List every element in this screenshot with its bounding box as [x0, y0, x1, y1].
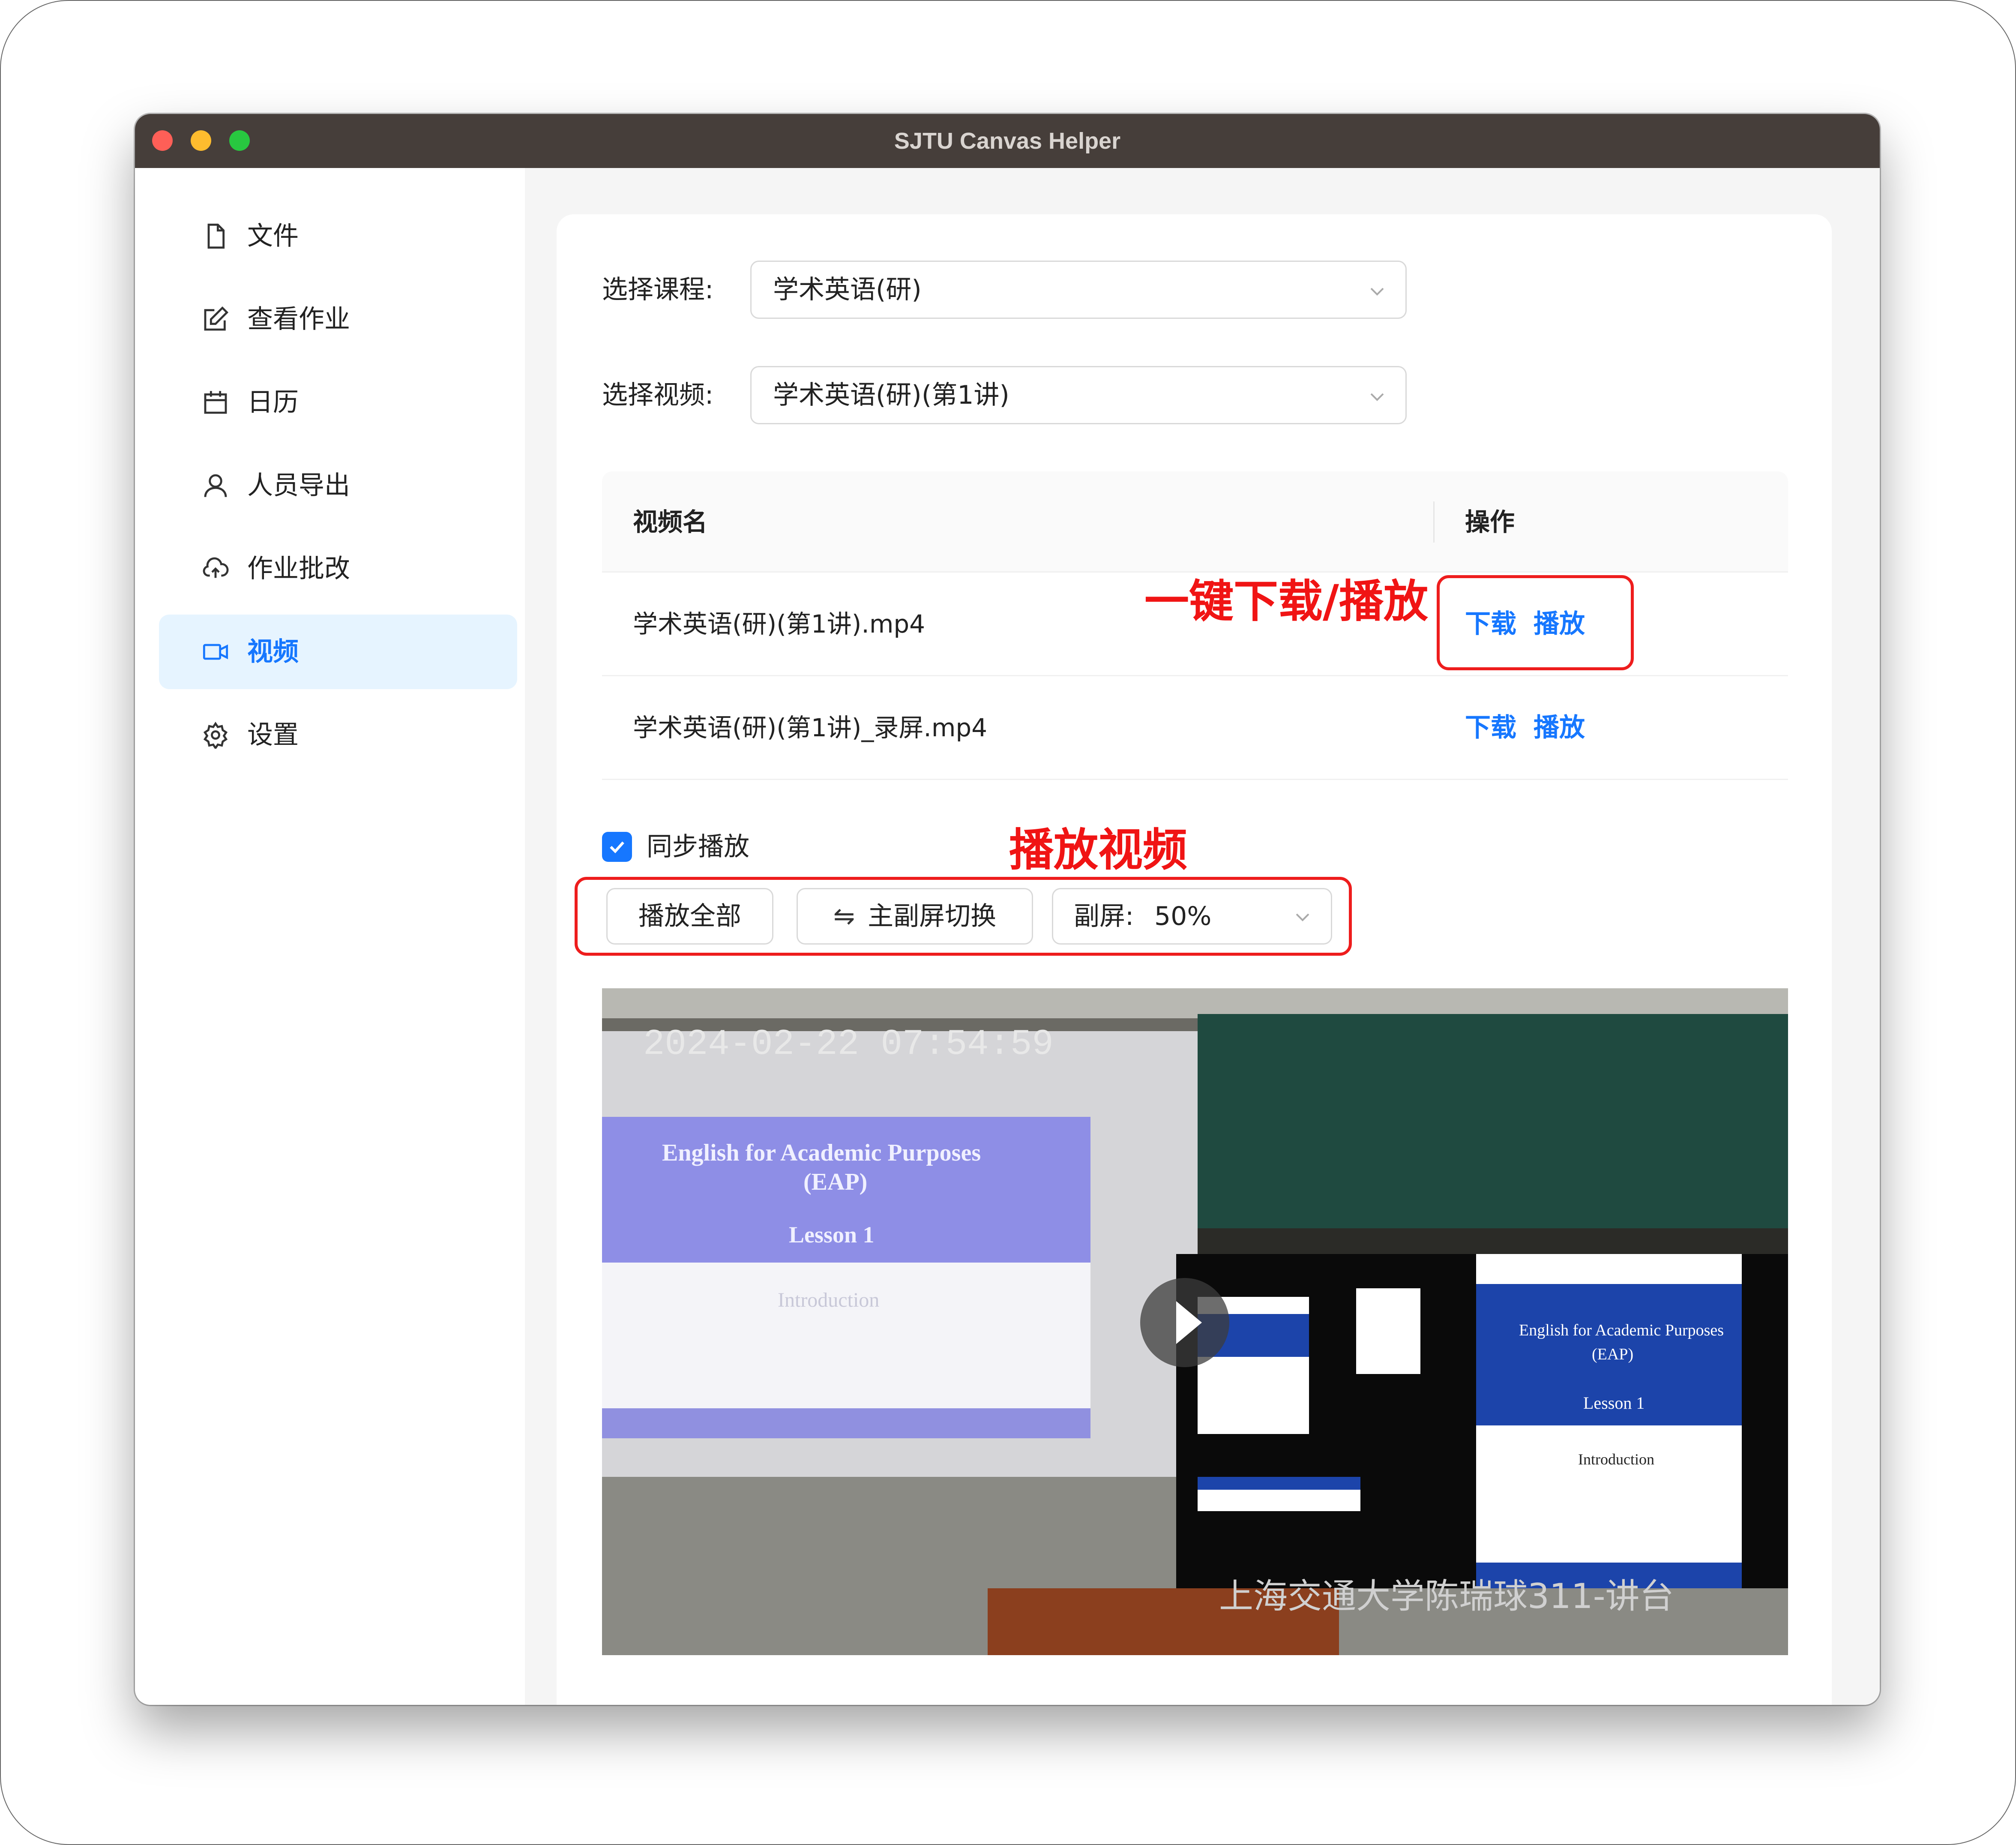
- chevron-down-icon: [1370, 288, 1384, 296]
- slide-title: English for Academic Purposes: [662, 1140, 981, 1166]
- course-select-value: 学术英语(研): [773, 275, 922, 305]
- video-player[interactable]: 2024-02-22 07:54:59 English for Academic…: [602, 988, 1788, 1655]
- annotation-play-video: 播放视频: [1009, 824, 1188, 876]
- sidebar-item-label: 日历: [247, 387, 299, 417]
- table-header: 视频名 操作: [602, 471, 1788, 573]
- video-icon: [203, 644, 228, 660]
- annotation-one-click: 一键下载/播放: [1144, 575, 1428, 627]
- column-header-actions: 操作: [1465, 507, 1515, 537]
- download-link[interactable]: 下载: [1465, 676, 1516, 779]
- annotation-box-actions: [1437, 575, 1634, 670]
- video-name-cell: 学术英语(研)(第1讲)_录屏.mp4: [633, 713, 988, 742]
- sidebar-item-video[interactable]: 视频: [159, 615, 517, 689]
- slide-intro: Introduction: [778, 1289, 880, 1311]
- sidebar-item-label: 设置: [247, 720, 299, 750]
- screenshot-frame: SJTU Canvas Helper 文件 查看作业 日历 人员导出 作业批改 …: [0, 0, 2016, 1845]
- pip-slide-intro: Introduction: [1578, 1451, 1654, 1468]
- video-timestamp: 2024-02-22 07:54:59: [643, 1024, 1054, 1065]
- course-select[interactable]: 学术英语(研): [750, 261, 1407, 319]
- video-select-value: 学术英语(研)(第1讲): [773, 380, 1009, 410]
- video-panel: 选择课程: 学术英语(研) 选择视频: 学术英语(研)(第1讲) 视频名 操作 …: [557, 214, 1832, 1705]
- sync-play-checkbox[interactable]: [602, 832, 632, 862]
- calendar-icon: [204, 391, 227, 414]
- main-content: 选择课程: 学术英语(研) 选择视频: 学术英语(研)(第1讲) 视频名 操作 …: [525, 168, 1880, 1705]
- pip-slide-subtitle: (EAP): [1592, 1345, 1634, 1363]
- file-icon: [207, 223, 225, 249]
- annotation-box-controls: [575, 877, 1352, 956]
- pip-slide-lesson: Lesson 1: [1583, 1393, 1645, 1413]
- app-window: SJTU Canvas Helper 文件 查看作业 日历 人员导出 作业批改 …: [135, 114, 1880, 1705]
- sidebar: 文件 查看作业 日历 人员导出 作业批改 视频 设置: [135, 168, 525, 1705]
- column-divider: [1433, 501, 1435, 543]
- sidebar-item-settings[interactable]: 设置: [159, 698, 517, 772]
- sidebar-item-label: 作业批改: [247, 554, 350, 584]
- table-row: 学术英语(研)(第1讲)_录屏.mp4 下载 播放: [602, 676, 1788, 780]
- sidebar-item-label: 文件: [247, 221, 299, 251]
- video-select[interactable]: 学术英语(研)(第1讲): [750, 366, 1407, 424]
- column-header-video-name: 视频名: [633, 507, 708, 537]
- slide-lesson: Lesson 1: [789, 1222, 875, 1248]
- sidebar-item-assignments[interactable]: 查看作业: [159, 282, 517, 357]
- slide-subtitle: (EAP): [803, 1169, 868, 1195]
- video-watermark: 上海交通大学陈瑞球311-讲台: [1219, 1576, 1674, 1616]
- edit-icon: [204, 306, 229, 331]
- chevron-down-icon: [1370, 393, 1384, 401]
- course-select-label: 选择课程:: [602, 275, 714, 305]
- sidebar-item-files[interactable]: 文件: [159, 199, 517, 273]
- sidebar-item-label: 视频: [247, 637, 299, 667]
- window-title: SJTU Canvas Helper: [894, 128, 1121, 154]
- sidebar-item-label: 人员导出: [247, 471, 350, 501]
- check-icon: [610, 841, 624, 853]
- sidebar-item-grading[interactable]: 作业批改: [159, 531, 517, 606]
- title-bar: SJTU Canvas Helper: [135, 114, 1880, 168]
- video-name-cell: 学术英语(研)(第1讲).mp4: [633, 609, 926, 639]
- sync-play-label: 同步播放: [647, 832, 749, 862]
- sidebar-item-people-export[interactable]: 人员导出: [159, 448, 517, 523]
- cloud-upload-icon: [203, 557, 229, 578]
- play-link[interactable]: 播放: [1534, 676, 1585, 779]
- sidebar-item-calendar[interactable]: 日历: [159, 365, 517, 440]
- user-icon: [204, 474, 227, 497]
- sidebar-item-label: 查看作业: [247, 304, 350, 334]
- gear-icon: [203, 722, 228, 749]
- video-select-label: 选择视频:: [602, 380, 714, 410]
- pip-slide-title: English for Academic Purposes: [1519, 1321, 1724, 1339]
